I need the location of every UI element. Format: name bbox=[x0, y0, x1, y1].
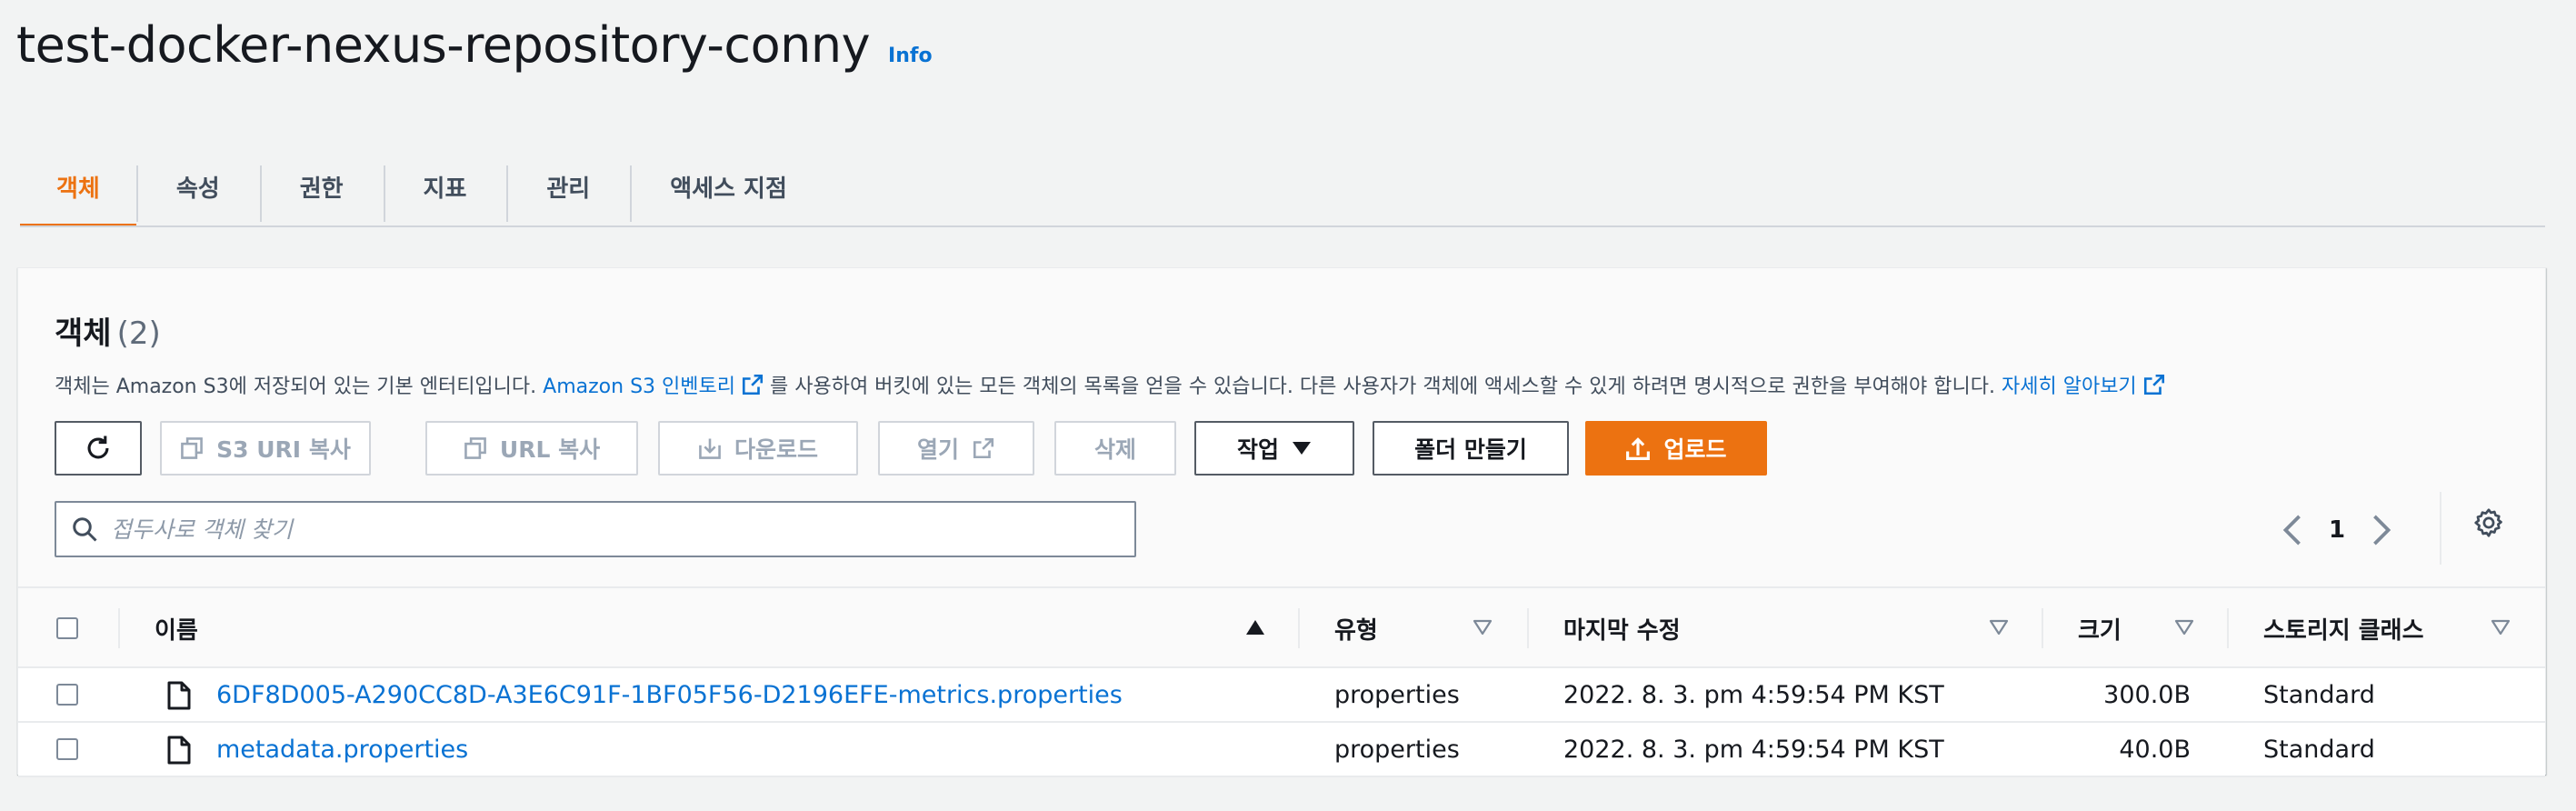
copy-url-button[interactable]: URL 복사 bbox=[425, 421, 638, 476]
row-checkbox[interactable] bbox=[56, 738, 78, 760]
info-link[interactable]: Info bbox=[888, 45, 933, 67]
object-storage-class: Standard bbox=[2263, 735, 2375, 764]
caret-down-icon bbox=[1293, 442, 1311, 455]
tab-management[interactable]: 관리 bbox=[506, 145, 630, 227]
upload-button[interactable]: 업로드 bbox=[1585, 421, 1767, 476]
object-storage-class: Standard bbox=[2263, 680, 2375, 709]
column-divider bbox=[1298, 608, 1300, 648]
objects-heading-label: 객체 bbox=[55, 315, 112, 352]
tab-objects[interactable]: 객체 bbox=[20, 145, 136, 227]
column-header-last-modified[interactable]: 마지막 수정 bbox=[1563, 588, 1681, 668]
object-last-modified: 2022. 8. 3. pm 4:59:54 PM KST bbox=[1563, 735, 1944, 764]
open-button[interactable]: 열기 bbox=[878, 421, 1034, 476]
sort-icon[interactable] bbox=[1989, 619, 2009, 636]
refresh-icon bbox=[87, 436, 109, 459]
create-folder-label: 폴더 만들기 bbox=[1414, 436, 1527, 463]
pagination: 1 bbox=[2281, 503, 2392, 557]
inventory-link[interactable]: Amazon S3 인벤토리 bbox=[543, 370, 735, 399]
current-page-number[interactable]: 1 bbox=[2329, 516, 2345, 544]
sort-ascending-icon[interactable] bbox=[1245, 619, 1265, 636]
tab-permissions[interactable]: 권한 bbox=[259, 145, 384, 227]
copy-icon bbox=[181, 437, 204, 459]
row-checkbox[interactable] bbox=[56, 684, 78, 706]
external-link-icon bbox=[742, 374, 764, 395]
create-folder-button[interactable]: 폴더 만들기 bbox=[1373, 421, 1569, 476]
chevron-left-icon[interactable] bbox=[2281, 515, 2303, 546]
copy-url-label: URL 복사 bbox=[499, 436, 601, 463]
actions-dropdown[interactable]: 작업 bbox=[1194, 421, 1354, 476]
search-input[interactable] bbox=[111, 516, 1093, 543]
description-text-2: 를 사용하여 버킷에 있는 모든 객체의 목록을 얻을 수 있습니다. 다른 사… bbox=[769, 375, 1995, 398]
search-icon bbox=[73, 517, 97, 542]
objects-heading: 객체 (2) bbox=[55, 308, 161, 353]
table-row[interactable]: metadata.properties properties 2022. 8. … bbox=[18, 723, 2545, 777]
page-header: test-docker-nexus-repository-conny Info bbox=[16, 16, 933, 74]
page-title: test-docker-nexus-repository-conny bbox=[16, 16, 871, 74]
open-label: 열기 bbox=[916, 436, 959, 463]
gear-icon[interactable] bbox=[2472, 506, 2505, 539]
object-type: properties bbox=[1334, 735, 1460, 764]
object-last-modified: 2022. 8. 3. pm 4:59:54 PM KST bbox=[1563, 680, 1944, 709]
copy-s3-uri-button[interactable]: S3 URI 복사 bbox=[160, 421, 371, 476]
column-divider bbox=[2227, 608, 2229, 648]
copy-s3-uri-label: S3 URI 복사 bbox=[216, 436, 351, 463]
tab-divider bbox=[20, 225, 2545, 227]
tab-bar: 객체 속성 권한 지표 관리 액세스 지점 bbox=[20, 145, 827, 227]
copy-icon bbox=[464, 437, 486, 459]
download-icon bbox=[699, 438, 721, 459]
delete-button[interactable]: 삭제 bbox=[1054, 421, 1176, 476]
chevron-right-icon[interactable] bbox=[2371, 515, 2392, 546]
file-icon bbox=[167, 736, 191, 765]
column-header-storage-class[interactable]: 스토리지 클래스 bbox=[2263, 588, 2424, 668]
select-all-checkbox[interactable] bbox=[56, 617, 78, 639]
objects-description: 객체는 Amazon S3에 저장되어 있는 기본 엔터티입니다. Amazon… bbox=[55, 370, 2172, 399]
learn-more-link[interactable]: 자세히 알아보기 bbox=[2002, 370, 2137, 399]
objects-count: (2) bbox=[116, 315, 161, 352]
sort-icon[interactable] bbox=[1473, 619, 1493, 636]
column-header-type[interactable]: 유형 bbox=[1334, 588, 1378, 668]
tab-properties[interactable]: 속성 bbox=[135, 145, 260, 227]
download-label: 다운로드 bbox=[734, 436, 818, 463]
table-header: 이름 유형 마지막 수정 크기 스토리지 클래스 bbox=[18, 586, 2545, 668]
object-name-link[interactable]: 6DF8D005-A290CC8D-A3E6C91F-1BF05F56-D219… bbox=[216, 668, 1123, 721]
search-box bbox=[55, 501, 1136, 557]
objects-table: 이름 유형 마지막 수정 크기 스토리지 클래스 6DF8D005-A290CC… bbox=[18, 586, 2545, 777]
object-name-link[interactable]: metadata.properties bbox=[216, 723, 468, 776]
object-size: 40.0B bbox=[2119, 735, 2191, 764]
download-button[interactable]: 다운로드 bbox=[658, 421, 858, 476]
external-link-icon bbox=[2143, 374, 2164, 395]
external-link-icon bbox=[973, 437, 994, 459]
tab-metrics[interactable]: 지표 bbox=[383, 145, 507, 227]
table-row[interactable]: 6DF8D005-A290CC8D-A3E6C91F-1BF05F56-D219… bbox=[18, 668, 2545, 723]
refresh-button[interactable] bbox=[55, 421, 142, 476]
actions-label: 작업 bbox=[1236, 436, 1279, 463]
delete-label: 삭제 bbox=[1093, 436, 1136, 463]
upload-label: 업로드 bbox=[1663, 436, 1727, 463]
tab-access-points[interactable]: 액세스 지점 bbox=[630, 145, 827, 227]
sort-icon[interactable] bbox=[2174, 619, 2194, 636]
objects-panel: 객체 (2) 객체는 Amazon S3에 저장되어 있는 기본 엔터티입니다. … bbox=[17, 267, 2546, 777]
sort-icon[interactable] bbox=[2491, 619, 2511, 636]
column-header-name[interactable]: 이름 bbox=[155, 588, 198, 668]
object-size: 300.0B bbox=[2103, 680, 2191, 709]
column-divider bbox=[1527, 608, 1529, 648]
description-text-1: 객체는 Amazon S3에 저장되어 있는 기본 엔터티입니다. bbox=[55, 375, 537, 398]
upload-icon bbox=[1626, 437, 1651, 460]
column-divider bbox=[2042, 608, 2043, 648]
column-header-size[interactable]: 크기 bbox=[2078, 588, 2122, 668]
object-type: properties bbox=[1334, 680, 1460, 709]
column-divider bbox=[118, 608, 120, 648]
pager-divider bbox=[2440, 492, 2441, 565]
file-icon bbox=[167, 681, 191, 710]
